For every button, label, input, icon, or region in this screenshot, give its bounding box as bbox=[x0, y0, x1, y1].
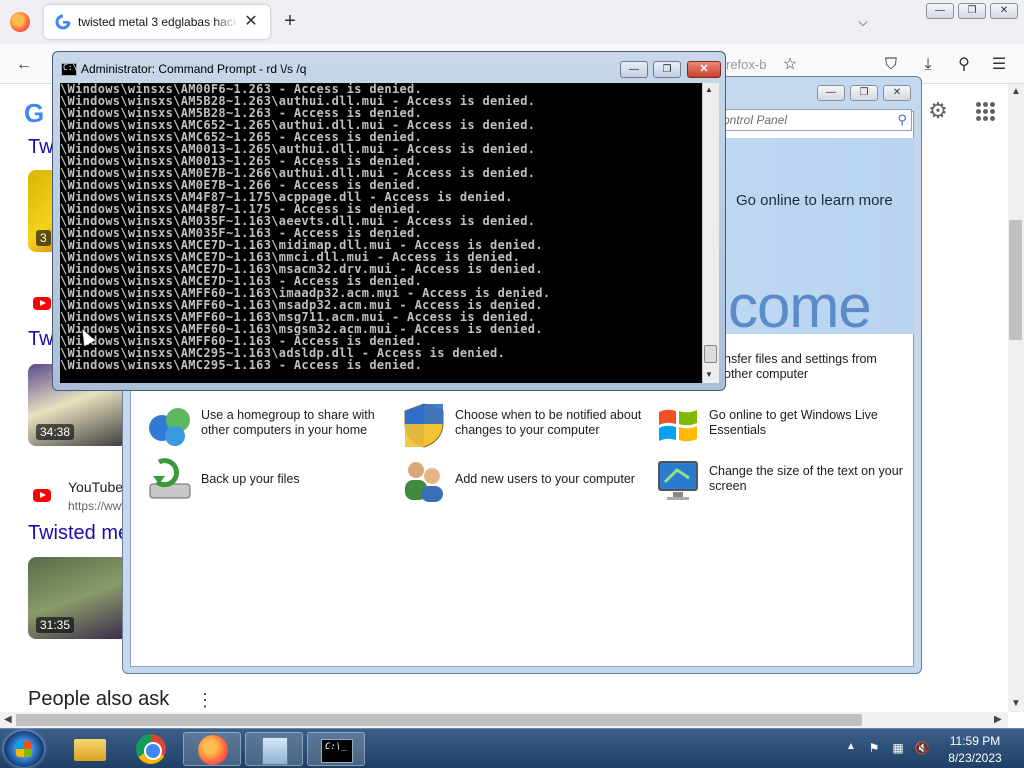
welcome-heading: come bbox=[728, 273, 872, 340]
bookmark-star-icon[interactable]: ☆ bbox=[779, 54, 801, 76]
cmd-close-icon[interactable]: ✕ bbox=[687, 61, 721, 78]
scroll-left-arrow-icon[interactable]: ◀ bbox=[4, 714, 12, 725]
cmd-window-icon bbox=[61, 63, 77, 76]
list-all-tabs-chevron-down-icon[interactable]: ⌵ bbox=[853, 12, 873, 32]
cmd-window-title: Administrator: Command Prompt - rd \/s /… bbox=[81, 62, 307, 76]
go-online-learn-more-link[interactable]: Go online to learn more bbox=[736, 192, 893, 209]
browser-tab[interactable]: twisted metal 3 edglabas hack - ✕ bbox=[44, 5, 270, 39]
cp-close-icon[interactable]: ✕ bbox=[883, 85, 911, 101]
show-hidden-icons-arrow-icon[interactable]: ▲ bbox=[846, 741, 856, 752]
google-apps-grid-icon[interactable] bbox=[972, 98, 1000, 126]
video-duration: 31:35 bbox=[36, 617, 75, 633]
firefox-icon bbox=[198, 735, 228, 765]
scroll-right-arrow-icon[interactable]: ▶ bbox=[994, 714, 1002, 725]
scroll-up-arrow-icon[interactable]: ▲ bbox=[1011, 86, 1021, 97]
cmd-icon bbox=[321, 739, 353, 763]
cp-minimize-icon[interactable]: — bbox=[817, 85, 845, 101]
page-horizontal-scroll-thumb[interactable] bbox=[16, 714, 862, 726]
page-vertical-scroll-thumb[interactable] bbox=[1009, 220, 1022, 340]
result-url: https://www bbox=[68, 499, 131, 513]
taskbar-chrome-button[interactable] bbox=[122, 732, 180, 766]
chrome-icon bbox=[136, 734, 166, 764]
network-icon[interactable]: ▦ bbox=[890, 741, 906, 757]
back-arrow-icon[interactable]: ← bbox=[13, 54, 35, 76]
cmd-scroll-down-icon[interactable]: ▼ bbox=[705, 370, 713, 379]
search-icon[interactable]: ⚲ bbox=[897, 112, 907, 128]
youtube-icon bbox=[33, 489, 51, 502]
homegroup-icon bbox=[149, 408, 190, 446]
video-thumbnail[interactable]: 31:35 bbox=[28, 557, 128, 639]
video-duration: 34:38 bbox=[36, 424, 75, 440]
page-vertical-scrollbar[interactable] bbox=[1008, 84, 1024, 712]
taskbar-control-panel-button[interactable] bbox=[245, 732, 303, 766]
cmd-maximize-icon[interactable]: ❐ bbox=[653, 61, 681, 78]
windows-live-task[interactable]: Go online to get Windows Live Essentials bbox=[655, 402, 905, 450]
command-prompt-window[interactable]: Administrator: Command Prompt - rd \/s /… bbox=[52, 51, 726, 391]
people-also-ask-heading: People also ask bbox=[28, 688, 170, 710]
clock-time[interactable]: 11:59 PM bbox=[940, 734, 1010, 748]
extensions-puzzle-icon[interactable]: ⚲ bbox=[953, 54, 975, 76]
browser-tab-strip: twisted metal 3 edglabas hack - ✕ + ⌵ — … bbox=[0, 0, 1024, 44]
cmd-scrollbar[interactable] bbox=[702, 83, 719, 383]
tab-title: twisted metal 3 edglabas hack - bbox=[78, 15, 238, 29]
cmd-scroll-thumb[interactable] bbox=[704, 345, 717, 363]
uac-task[interactable]: Choose when to be notified about changes… bbox=[401, 402, 651, 450]
result-site-name: YouTube bbox=[68, 479, 124, 495]
folder-icon bbox=[74, 739, 106, 761]
add-users-task[interactable]: Add new users to your computer bbox=[401, 458, 651, 506]
downloads-icon[interactable]: ⤓ bbox=[917, 54, 939, 76]
cmd-minimize-icon[interactable]: — bbox=[620, 61, 648, 78]
hamburger-menu-icon[interactable]: ☰ bbox=[988, 54, 1010, 76]
settings-gear-icon[interactable]: ⚙ bbox=[924, 98, 952, 126]
tab-close-icon[interactable]: ✕ bbox=[241, 12, 261, 32]
task-label: Go online to get Windows Live Essentials bbox=[709, 408, 878, 437]
scroll-down-arrow-icon[interactable]: ▼ bbox=[1011, 698, 1021, 709]
task-label: Add new users to your computer bbox=[455, 472, 635, 486]
windows-flag-icon bbox=[659, 409, 697, 442]
taskbar-firefox-button[interactable] bbox=[183, 732, 241, 766]
new-tab-button[interactable]: + bbox=[278, 10, 302, 34]
task-label: Change the size of the text on your scre… bbox=[709, 464, 903, 493]
browser-restore-icon[interactable]: ❐ bbox=[958, 3, 986, 19]
cp-maximize-icon[interactable]: ❐ bbox=[850, 85, 878, 101]
cmd-scroll-up-icon[interactable]: ▲ bbox=[705, 85, 713, 94]
pocket-icon[interactable]: ⛉ bbox=[880, 54, 902, 76]
browser-close-icon[interactable]: ✕ bbox=[990, 3, 1018, 19]
text-size-task[interactable]: Change the size of the text on your scre… bbox=[655, 458, 905, 506]
start-button[interactable] bbox=[4, 731, 44, 767]
console-line: \Windows\winsxs\AMC295~1.163 - Access is… bbox=[60, 358, 423, 372]
control-panel-search-input[interactable]: ontrol Panel ⚲ bbox=[718, 109, 912, 131]
result-title-link[interactable]: Tw bbox=[28, 136, 54, 159]
users-icon bbox=[405, 462, 443, 502]
youtube-icon bbox=[33, 297, 51, 310]
task-label: Choose when to be notified about changes… bbox=[455, 408, 642, 437]
browser-minimize-icon[interactable]: — bbox=[926, 3, 954, 19]
result-title-link[interactable]: Twisted me bbox=[28, 522, 129, 545]
clock-date[interactable]: 8/23/2023 bbox=[940, 751, 1010, 765]
action-center-flag-icon[interactable]: ⚑ bbox=[866, 741, 882, 757]
search-placeholder: ontrol Panel bbox=[723, 113, 788, 127]
windows-taskbar: ▲ ⚑ ▦ 🔇 11:59 PM 8/23/2023 bbox=[0, 728, 1024, 768]
control-panel-icon bbox=[262, 737, 288, 765]
google-logo[interactable]: G bbox=[24, 98, 44, 129]
google-favicon-icon bbox=[55, 14, 71, 30]
taskbar-explorer-button[interactable] bbox=[60, 732, 118, 766]
console-text: \Windows\winsxs\AM00F6~1.263 - Access is… bbox=[60, 83, 550, 371]
taskbar-cmd-button[interactable] bbox=[307, 732, 365, 766]
backup-task[interactable]: Back up your files bbox=[147, 458, 387, 506]
firefox-logo-icon bbox=[10, 12, 30, 32]
video-duration: 3 bbox=[36, 230, 51, 246]
task-label: Use a homegroup to share with other comp… bbox=[201, 408, 375, 437]
task-label: Back up your files bbox=[201, 472, 300, 486]
backup-icon bbox=[149, 458, 191, 499]
monitor-icon bbox=[658, 461, 698, 500]
uac-shield-icon bbox=[404, 403, 444, 448]
cmd-console-output[interactable]: \Windows\winsxs\AM00F6~1.263 - Access is… bbox=[60, 83, 702, 383]
url-bar-text[interactable]: refox-b bbox=[726, 57, 766, 72]
more-options-icon[interactable]: ⋮ bbox=[196, 690, 214, 711]
task-label: nsfer files and settings from other comp… bbox=[724, 352, 877, 381]
volume-muted-icon[interactable]: 🔇 bbox=[914, 741, 930, 757]
homegroup-task[interactable]: Use a homegroup to share with other comp… bbox=[147, 402, 387, 450]
